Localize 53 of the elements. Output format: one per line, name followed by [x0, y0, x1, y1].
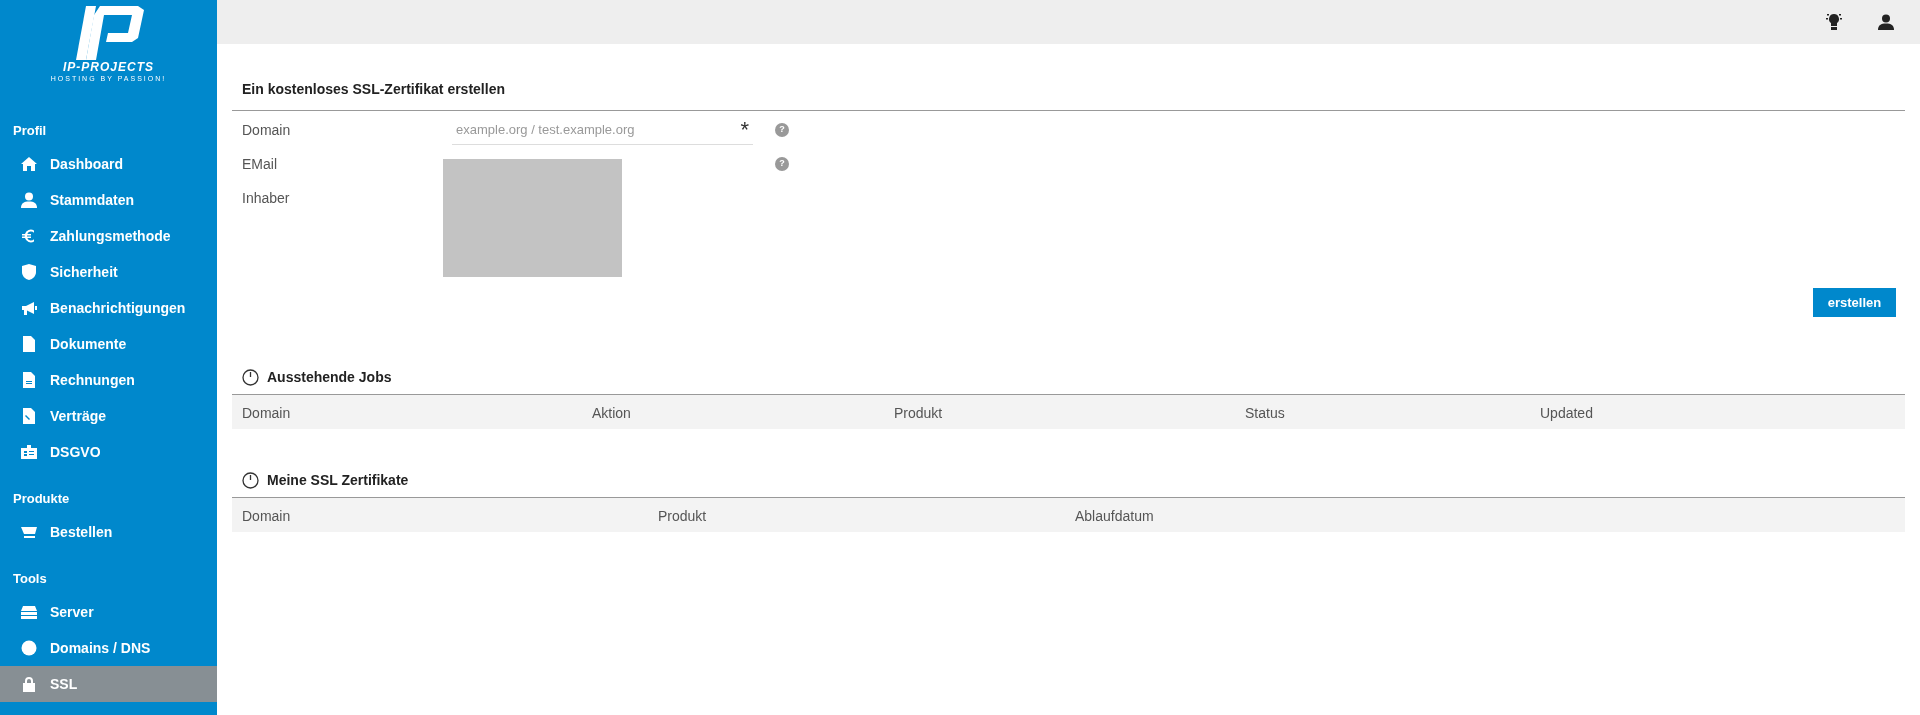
column-header: Aktion	[592, 404, 631, 423]
field-label: Inhaber	[242, 188, 291, 208]
field-label: EMail	[242, 154, 278, 174]
logo-icon	[73, 6, 144, 60]
clock-icon	[242, 472, 259, 489]
shield-icon	[21, 264, 37, 280]
document-icon	[21, 336, 37, 352]
lock-icon	[21, 676, 37, 692]
logo-text: IP-PROJECTS	[63, 61, 154, 73]
sidebar-item[interactable]: Dashboard	[0, 146, 217, 182]
section-title: Ausstehende Jobs	[267, 368, 392, 387]
sidebar-heading: Produkte	[12, 490, 71, 509]
cart-icon	[21, 524, 37, 540]
sidebar-heading: Profil	[12, 122, 48, 141]
required-mark: *	[740, 118, 749, 141]
sidebar-item[interactable]: Sicherheit	[0, 254, 217, 290]
id-card-icon	[21, 444, 37, 460]
sidebar-item[interactable]: Bestellen	[0, 514, 217, 550]
invoice-icon	[21, 372, 37, 388]
sidebar-item[interactable]: Benachrichtigungen	[0, 290, 217, 326]
home-icon	[21, 156, 37, 172]
user-icon[interactable]	[1878, 14, 1894, 30]
lightbulb-icon[interactable]	[1826, 12, 1842, 32]
column-header: Produkt	[658, 507, 707, 526]
sidebar-item[interactable]: SSL	[0, 666, 217, 702]
help-icon[interactable]: ?	[775, 157, 789, 171]
section-title: Meine SSL Zertifikate	[267, 471, 409, 490]
form-title: Ein kostenloses SSL-Zertifikat erstellen	[242, 81, 505, 97]
create-button[interactable]: erstellen	[1813, 288, 1896, 317]
sidebar-item[interactable]: Verträge	[0, 398, 217, 434]
help-icon[interactable]: ?	[775, 123, 789, 137]
field-label: Domain	[242, 120, 292, 140]
user-icon	[21, 192, 37, 208]
column-header: Updated	[1540, 404, 1593, 423]
domain-input[interactable]: example.org / test.example.org	[456, 116, 741, 143]
sidebar-item[interactable]: Rechnungen	[0, 362, 217, 398]
clock-icon	[242, 369, 259, 386]
column-header: Ablaufdatum	[1075, 507, 1154, 526]
sidebar-item[interactable]: Server	[0, 594, 217, 630]
sidebar-item[interactable]: DSGVO	[0, 434, 217, 470]
sidebar-item[interactable]: Stammdaten	[0, 182, 217, 218]
sidebar-item[interactable]: Zahlungsmethode	[0, 218, 217, 254]
sidebar-item[interactable]: Domains / DNS	[0, 630, 217, 666]
contract-icon	[21, 408, 37, 424]
sidebar-heading: Tools	[12, 570, 48, 589]
euro-icon	[21, 228, 37, 244]
sidebar-item[interactable]: Dokumente	[0, 326, 217, 362]
megaphone-icon	[21, 300, 37, 316]
column-header: Domain	[242, 404, 291, 423]
column-header: Status	[1245, 404, 1285, 423]
column-header: Produkt	[894, 404, 943, 423]
server-icon	[21, 604, 37, 620]
column-header: Domain	[242, 507, 291, 526]
